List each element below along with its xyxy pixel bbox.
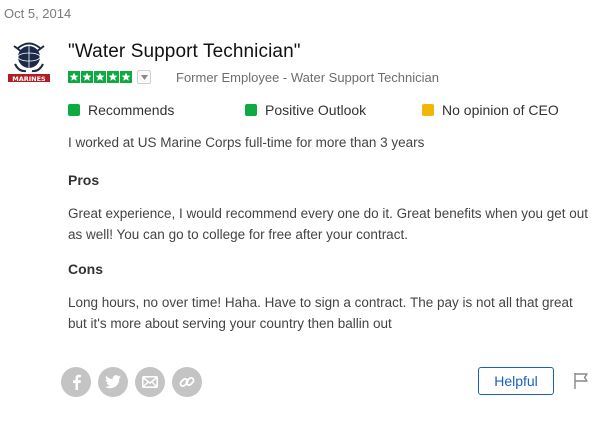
email-icon[interactable] — [135, 367, 165, 397]
star-icon — [68, 71, 80, 83]
facebook-icon[interactable] — [61, 367, 91, 397]
pros-heading: Pros — [68, 172, 100, 188]
green-square-icon — [245, 104, 257, 116]
green-square-icon — [68, 104, 80, 116]
star-icon — [120, 71, 132, 83]
logo-text: MARINES — [12, 75, 46, 83]
cons-text: Long hours, no over time! Haha. Have to … — [68, 295, 573, 331]
star-icon — [94, 71, 106, 83]
link-icon[interactable] — [172, 367, 202, 397]
company-logo[interactable]: MARINES — [4, 38, 54, 88]
review-date: Oct 5, 2014 — [4, 6, 72, 21]
review-summary: I worked at US Marine Corps full-time fo… — [68, 135, 425, 150]
indicator-label: Recommends — [88, 102, 175, 118]
yellow-square-icon — [422, 104, 434, 116]
chevron-down-icon[interactable] — [137, 70, 151, 84]
marines-emblem-icon: MARINES — [4, 38, 54, 88]
flag-icon[interactable] — [573, 372, 591, 395]
indicator-label: Positive Outlook — [265, 102, 367, 118]
cons-heading: Cons — [68, 261, 103, 277]
indicator-ceo: No opinion of CEO — [422, 102, 559, 118]
pros-text: Great experience, I would recommend ever… — [68, 206, 589, 242]
indicator-label: No opinion of CEO — [442, 102, 559, 118]
share-buttons — [61, 367, 209, 397]
review-indicators: Recommends Positive Outlook No opinion o… — [68, 102, 588, 120]
helpful-button[interactable]: Helpful — [478, 367, 554, 395]
star-rating[interactable] — [68, 70, 151, 84]
employee-status: Former Employee - Water Support Technici… — [176, 70, 439, 85]
star-icon — [107, 71, 119, 83]
review-title[interactable]: "Water Support Technician" — [68, 41, 301, 63]
twitter-icon[interactable] — [98, 367, 128, 397]
star-icon — [81, 71, 93, 83]
indicator-outlook: Positive Outlook — [245, 102, 366, 118]
indicator-recommends: Recommends — [68, 102, 174, 118]
